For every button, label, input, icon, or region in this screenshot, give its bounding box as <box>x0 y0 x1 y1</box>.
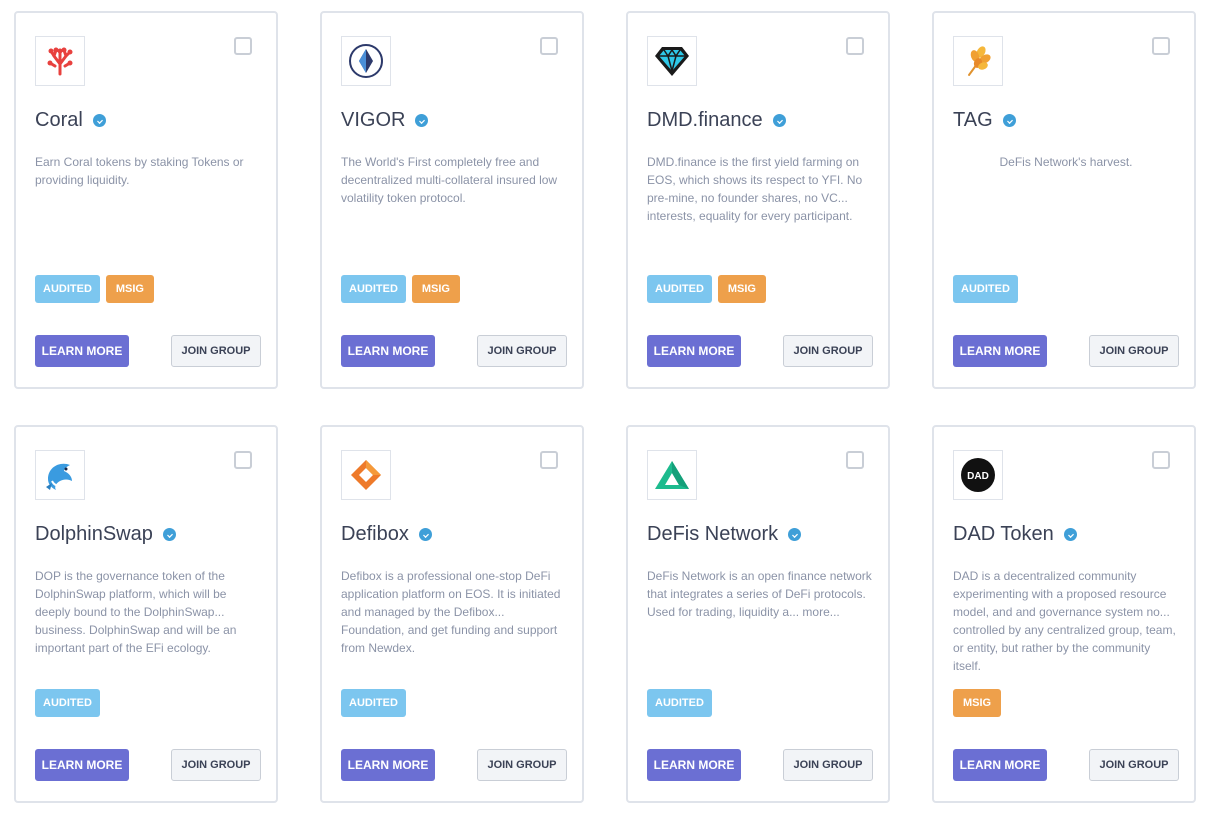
select-checkbox[interactable] <box>846 37 864 55</box>
learn-more-button[interactable]: LEARN MORE <box>341 749 435 781</box>
project-description: DOP is the governance token of the Dolph… <box>35 569 237 655</box>
learn-more-button[interactable]: LEARN MORE <box>953 335 1047 367</box>
badge-list: AUDITED MSIG <box>35 275 154 303</box>
project-logo <box>953 36 1003 86</box>
audited-badge: AUDITED <box>647 275 712 303</box>
dad-logo-text: DAD <box>967 471 989 482</box>
join-group-button[interactable]: JOIN GROUP <box>171 749 261 781</box>
badge-list: AUDITED <box>341 689 406 717</box>
select-checkbox[interactable] <box>540 451 558 469</box>
verified-icon <box>772 114 786 127</box>
badge-list: AUDITED MSIG <box>341 275 460 303</box>
join-group-button[interactable]: JOIN GROUP <box>477 749 567 781</box>
project-card-coral: Coral Earn Coral tokens by staking Token… <box>14 11 278 389</box>
verified-icon <box>1063 528 1077 541</box>
learn-more-button[interactable]: LEARN MORE <box>953 749 1047 781</box>
project-card-dmd-finance: DMD.finance DMD.finance is the first yie… <box>626 11 890 389</box>
project-title: DMD.finance <box>647 109 786 132</box>
msig-badge: MSIG <box>717 275 766 303</box>
project-logo <box>35 36 85 86</box>
project-title: TAG <box>953 109 1016 132</box>
join-group-button[interactable]: JOIN GROUP <box>171 335 261 367</box>
project-logo <box>35 450 85 500</box>
select-checkbox[interactable] <box>1152 37 1170 55</box>
defis-triangle-icon <box>655 461 689 489</box>
verified-icon <box>162 528 176 541</box>
verified-icon <box>788 528 802 541</box>
learn-more-button[interactable]: LEARN MORE <box>647 335 741 367</box>
msig-badge: MSIG <box>953 689 1001 717</box>
select-checkbox[interactable] <box>846 451 864 469</box>
badge-list: MSIG <box>953 689 1001 717</box>
project-description: Defibox is a professional one-stop DeFi … <box>341 569 561 655</box>
project-title: DolphinSwap <box>35 523 176 546</box>
learn-more-button[interactable]: LEARN MORE <box>35 749 129 781</box>
learn-more-button[interactable]: LEARN MORE <box>341 335 435 367</box>
join-group-button[interactable]: JOIN GROUP <box>477 335 567 367</box>
coral-icon <box>47 47 73 76</box>
verified-icon <box>418 528 432 541</box>
audited-badge: AUDITED <box>35 689 100 717</box>
project-card-vigor: VIGOR The World's First completely free … <box>320 11 584 389</box>
project-grid: Coral Earn Coral tokens by staking Token… <box>0 0 1214 820</box>
verified-icon <box>415 114 429 127</box>
project-description: DeFis Network's harvest. <box>999 155 1133 169</box>
select-checkbox[interactable] <box>540 37 558 55</box>
audited-badge: AUDITED <box>341 275 406 303</box>
msig-badge: MSIG <box>411 275 460 303</box>
project-title: DAD Token <box>953 523 1077 546</box>
project-card-defibox: Defibox Defibox is a professional one-st… <box>320 425 584 803</box>
project-logo <box>647 450 697 500</box>
dolphin-icon <box>46 463 72 490</box>
project-card-defis-network: DeFis Network DeFis Network is an open f… <box>626 425 890 803</box>
badge-list: AUDITED <box>953 275 1018 303</box>
defibox-icon <box>351 460 381 490</box>
project-card-tag: TAG DeFis Network's harvest. AUDITED LEA… <box>932 11 1196 389</box>
project-description: Earn Coral tokens by staking Tokens or p… <box>35 155 244 187</box>
wheat-icon <box>968 46 991 76</box>
badge-list: AUDITED MSIG <box>647 275 766 303</box>
project-logo: DAD <box>953 450 1003 500</box>
diamond-icon <box>655 47 689 76</box>
audited-badge: AUDITED <box>647 689 712 717</box>
vigor-icon <box>349 44 383 78</box>
learn-more-button[interactable]: LEARN MORE <box>35 335 129 367</box>
verified-icon <box>92 114 106 127</box>
select-checkbox[interactable] <box>1152 451 1170 469</box>
join-group-button[interactable]: JOIN GROUP <box>783 335 873 367</box>
project-card-dad-token: DAD DAD Token DAD is a decentralized com… <box>932 425 1196 803</box>
project-logo <box>341 36 391 86</box>
project-logo <box>341 450 391 500</box>
audited-badge: AUDITED <box>35 275 100 303</box>
badge-list: AUDITED <box>35 689 100 717</box>
project-description: DeFis Network is an open finance network… <box>647 569 872 619</box>
join-group-button[interactable]: JOIN GROUP <box>1089 749 1179 781</box>
msig-badge: MSIG <box>105 275 154 303</box>
project-description: The World's First completely free and de… <box>341 155 558 205</box>
project-title: VIGOR <box>341 109 429 132</box>
select-checkbox[interactable] <box>234 451 252 469</box>
verified-icon <box>1002 114 1016 127</box>
project-description: DMD.finance is the first yield farming o… <box>647 155 863 223</box>
audited-badge: AUDITED <box>341 689 406 717</box>
join-group-button[interactable]: JOIN GROUP <box>1089 335 1179 367</box>
audited-badge: AUDITED <box>953 275 1018 303</box>
project-title: Coral <box>35 109 106 132</box>
dad-icon: DAD <box>961 458 995 492</box>
project-logo <box>647 36 697 86</box>
project-title: Defibox <box>341 523 432 546</box>
select-checkbox[interactable] <box>234 37 252 55</box>
project-card-dolphinswap: DolphinSwap DOP is the governance token … <box>14 425 278 803</box>
learn-more-button[interactable]: LEARN MORE <box>647 749 741 781</box>
project-title: DeFis Network <box>647 523 802 546</box>
join-group-button[interactable]: JOIN GROUP <box>783 749 873 781</box>
project-description: DAD is a decentralized community experim… <box>953 569 1176 673</box>
badge-list: AUDITED <box>647 689 712 717</box>
